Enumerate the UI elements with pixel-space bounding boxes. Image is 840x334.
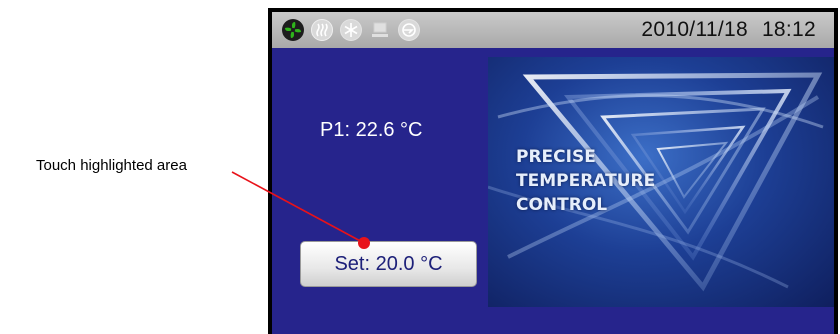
annotation-pointer	[231, 171, 370, 249]
touch-dot	[358, 237, 370, 249]
